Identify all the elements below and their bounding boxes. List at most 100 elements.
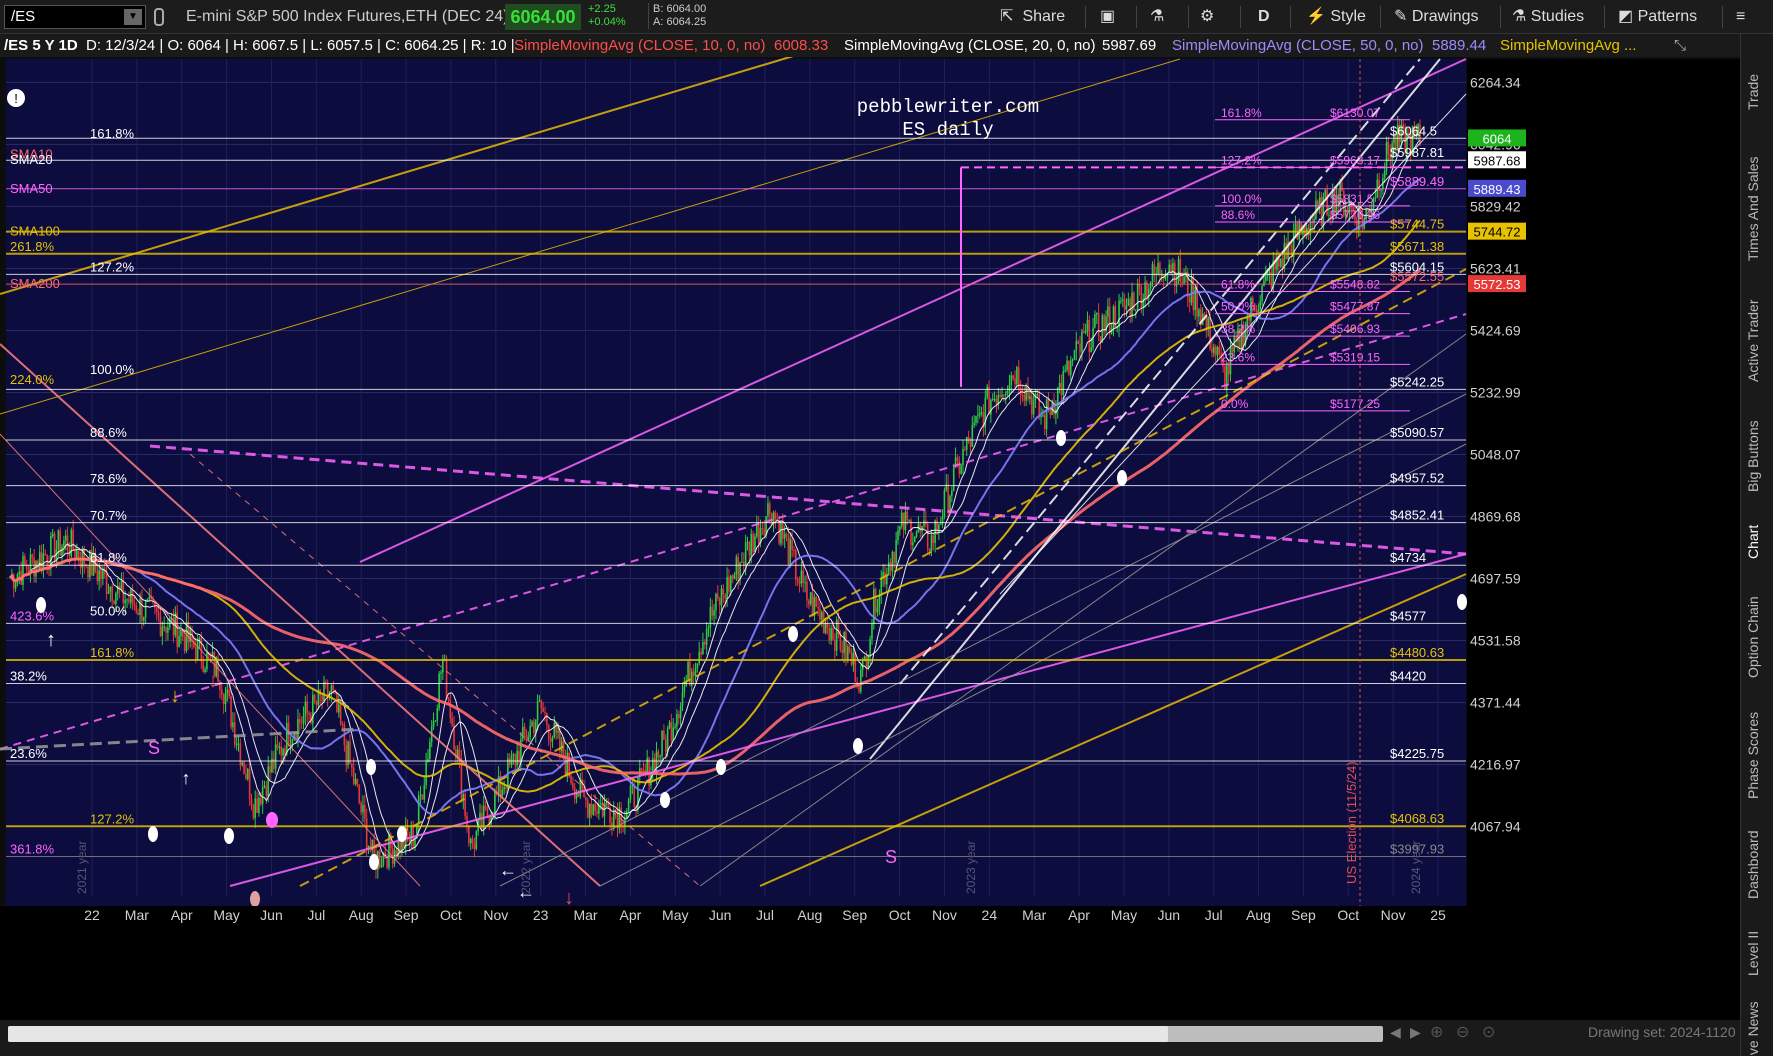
level-label: $4480.63 — [1390, 645, 1444, 660]
candle-body — [345, 745, 348, 766]
y-tick-label: 4531.58 — [1470, 633, 1521, 649]
candle-body — [659, 756, 661, 758]
candle-body — [129, 589, 132, 603]
candle-body — [702, 641, 704, 655]
candle-body — [733, 574, 736, 579]
candle-body — [676, 714, 678, 727]
candle-body — [826, 623, 829, 628]
studies-button[interactable]: ⚗ Studies — [1512, 4, 1584, 30]
candle-body — [299, 719, 301, 723]
candle-body — [711, 606, 714, 616]
candle-body — [276, 744, 279, 748]
annotation-letter: S — [148, 738, 160, 758]
candle-body — [321, 695, 323, 702]
patterns-button[interactable]: ◩ Patterns — [1618, 4, 1697, 30]
sidebar-tab-active-trader[interactable]: Active Trader — [1745, 286, 1769, 396]
candle-body — [263, 785, 266, 788]
candle-body — [943, 490, 946, 517]
sidebar-tab-times-and-sales[interactable]: Times And Sales — [1745, 144, 1769, 274]
aggregation-button[interactable]: D — [1258, 4, 1270, 30]
candle-body — [709, 606, 712, 628]
link-icon[interactable] — [154, 8, 164, 26]
share-icon: ⇱ — [1000, 8, 1014, 25]
sma-label: SMA100 — [10, 224, 60, 239]
flask-button[interactable]: ⚗ — [1150, 4, 1164, 30]
settings-button[interactable]: ⚙ — [1200, 4, 1214, 30]
zoom-in-icon[interactable]: ⊕ — [1430, 1022, 1443, 1042]
candle-body — [154, 602, 156, 608]
share-button[interactable]: ⇱ Share — [1000, 4, 1065, 30]
snapshot-button[interactable]: ▣ — [1100, 4, 1115, 30]
price-chart[interactable]: $6064.5 $5987.81 $5889.49 $5744.75 $5671.38 $… — [0, 34, 1740, 1020]
scrollbar-thumb[interactable] — [8, 1026, 1168, 1042]
zoom-fit-icon[interactable]: ⊙ — [1482, 1022, 1495, 1042]
candle-body — [313, 694, 316, 702]
candle-body — [679, 706, 682, 719]
x-tick-label: Jul — [307, 907, 325, 923]
candle-body — [40, 552, 43, 569]
sidebar-tab-trade[interactable]: Trade — [1745, 52, 1769, 132]
candle-body — [977, 414, 979, 416]
symbol-selector[interactable]: /ES ▼ — [4, 5, 146, 29]
candle-body — [936, 520, 938, 532]
candle-body — [336, 692, 338, 713]
candle-body — [14, 582, 17, 589]
level-label: $4577 — [1390, 608, 1426, 623]
candle-body — [588, 803, 591, 818]
candle-body — [1118, 300, 1120, 328]
candle-body — [300, 722, 303, 724]
candle-body — [349, 741, 351, 764]
x-tick-label: Oct — [440, 907, 462, 923]
sidebar-tab-dashboard[interactable]: Dashboard — [1745, 820, 1769, 910]
candle-body — [451, 718, 453, 725]
menu-button[interactable]: ≡ — [1736, 4, 1745, 30]
candle-body — [87, 566, 89, 578]
recent-fib-pct: 50.0% — [1221, 300, 1255, 314]
candle-body — [358, 785, 361, 803]
candle-body — [798, 581, 801, 584]
collapse-icon[interactable]: ⤡ — [1674, 37, 1686, 54]
x-tick-label: Apr — [1068, 907, 1090, 923]
candle-body — [167, 627, 169, 633]
bid-ask: B: 6064.00 A: 6064.25 — [648, 3, 728, 29]
right-sidebar: Trade Times And Sales Active Trader Big … — [1740, 34, 1773, 1056]
candle-body — [700, 652, 702, 655]
candle-body — [163, 626, 165, 628]
candle-body — [601, 803, 604, 817]
time-scrollbar[interactable] — [8, 1026, 1383, 1042]
candle-body — [724, 594, 727, 599]
candle-body — [538, 700, 541, 702]
drawings-button[interactable]: ✎ Drawings — [1394, 4, 1479, 30]
fib-label: 224.0% — [10, 372, 55, 387]
scroll-left-icon[interactable]: ◀ — [1390, 1024, 1401, 1041]
x-tick-label: May — [1111, 907, 1137, 923]
sidebar-tab-option-chain[interactable]: Option Chain — [1745, 582, 1769, 692]
candle-body — [757, 522, 760, 544]
sidebar-tab-big-buttons[interactable]: Big Buttons — [1745, 406, 1769, 506]
recent-fib-pct: 0.0% — [1221, 397, 1249, 411]
candle-body — [1227, 363, 1230, 375]
candle-body — [24, 556, 26, 565]
candle-body — [1032, 399, 1035, 415]
x-tick-label: Oct — [889, 907, 911, 923]
candle-body — [531, 721, 533, 726]
zoom-out-icon[interactable]: ⊖ — [1456, 1022, 1469, 1042]
candle-body — [873, 588, 875, 625]
level-label: $5671.38 — [1390, 239, 1444, 254]
candle-body — [1095, 312, 1098, 315]
sidebar-tab-level-ii[interactable]: Level II — [1745, 918, 1769, 988]
candle-body — [380, 864, 383, 868]
candle-body — [1021, 394, 1024, 396]
style-button[interactable]: ⚡ Style — [1306, 4, 1366, 30]
candle-body — [1136, 283, 1139, 310]
scroll-right-icon[interactable]: ▶ — [1410, 1024, 1421, 1041]
fib-label: 70.7% — [90, 508, 127, 523]
candle-body — [1212, 346, 1215, 353]
candle-body — [272, 758, 275, 769]
sidebar-tab-live-news[interactable]: Live News — [1745, 994, 1769, 1056]
chevron-down-icon[interactable]: ▼ — [124, 9, 142, 25]
sidebar-tab-phase-scores[interactable]: Phase Scores — [1745, 700, 1769, 810]
candle-body — [1094, 314, 1096, 328]
sma-label: SMA20 — [10, 152, 53, 167]
sidebar-tab-chart[interactable]: Chart — [1745, 512, 1769, 572]
